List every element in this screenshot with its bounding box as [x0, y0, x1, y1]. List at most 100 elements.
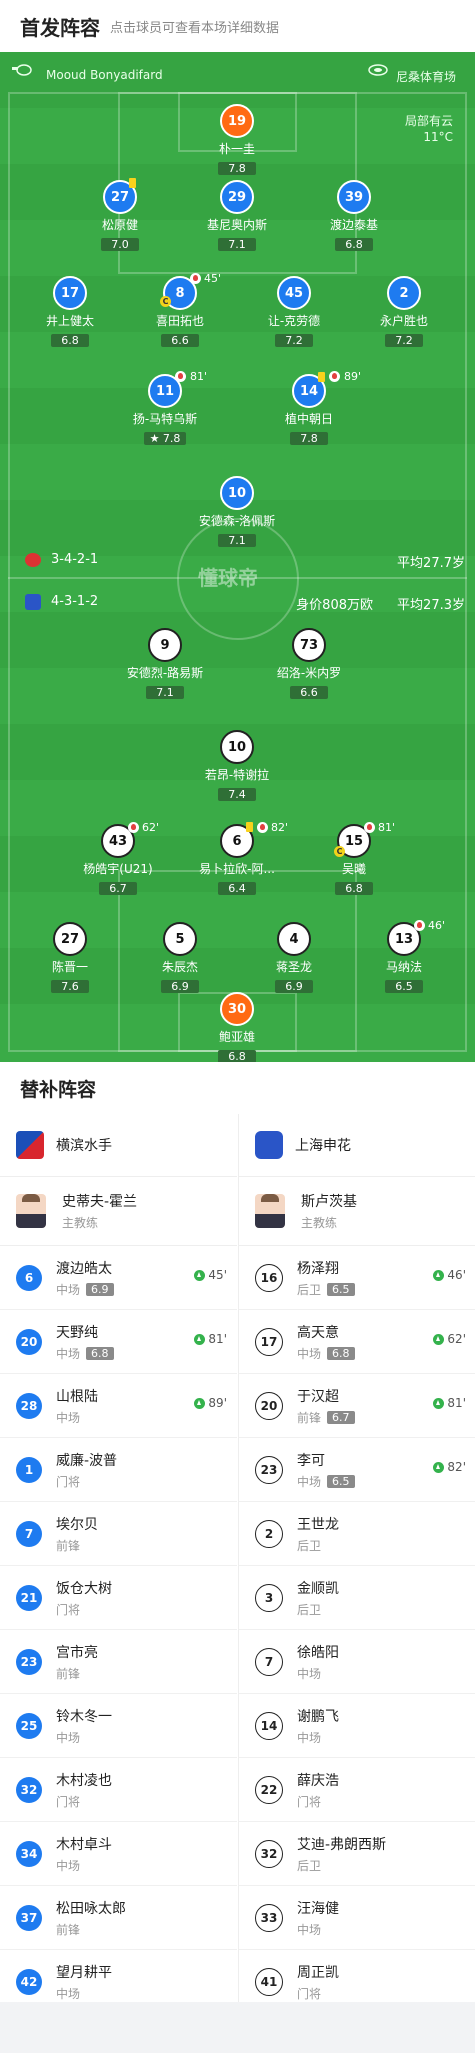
player-name: 朴一圭: [218, 142, 255, 156]
sub-name: 杨泽翔: [297, 1260, 339, 1277]
sub-position: 中场: [297, 1730, 322, 1745]
sub-in-minute: 46': [433, 1268, 466, 1282]
sub-player-row[interactable]: 32 艾迪-弗朗西斯 后卫: [239, 1822, 475, 1886]
sub-number: 16: [255, 1263, 283, 1292]
sub-player-row[interactable]: 28 山根陆 中场 89': [0, 1374, 237, 1438]
away-player-27[interactable]: 27 陈晋一 7.6: [15, 922, 125, 994]
player-rating: 7.4: [218, 788, 256, 801]
sub-position: 门将: [56, 1602, 81, 1617]
player-rating: 7.1: [146, 686, 184, 699]
sub-position: 门将: [297, 1986, 322, 2001]
sub-in-icon: [194, 1333, 206, 1345]
sub-player-row[interactable]: 7 埃尔贝 前锋: [0, 1502, 237, 1566]
away-sub-list: 16 杨泽翔 后卫 6.5 46' 17 高天意 中场 6.8 62' 20 于汉超 前锋 6.7 81' 2…: [239, 1246, 475, 2014]
home-sub-list: 6 渡边皓太 中场 6.9 45' 20 天野纯 中场 6.8 81' 28 山根陆 中场 89' 1 威廉-…: [0, 1246, 237, 2014]
sub-number: 23: [16, 1648, 42, 1675]
away-player-30[interactable]: 30 鲍亚雄 6.8: [182, 992, 292, 1062]
sub-player-row[interactable]: 25 铃木冬一 中场: [0, 1694, 237, 1758]
player-name: 让-克劳德: [267, 314, 321, 328]
home-player-29[interactable]: 29 基尼奥内斯 7.1: [182, 180, 292, 252]
home-player-45[interactable]: 45 让-克劳德 7.2: [239, 276, 349, 348]
sub-position: 前锋: [56, 1922, 81, 1937]
home-coach[interactable]: 史蒂夫-霍兰 主教练: [0, 1177, 237, 1246]
sub-name: 埃尔贝: [56, 1516, 98, 1533]
player-number: 27: [53, 922, 87, 956]
pitch: Mooud Bonyadifard 尼桑体育场 局部有云 11°C 懂球帝 3-…: [0, 52, 475, 1062]
home-player-39[interactable]: 39 渡边泰基 6.8: [299, 180, 409, 252]
sub-position: 中场: [56, 1346, 81, 1361]
home-player-2[interactable]: 2 永户胜也 7.2: [349, 276, 459, 348]
player-name: 渡边泰基: [329, 218, 378, 232]
away-player-6[interactable]: 6 易卜拉欣-阿... 6.4: [182, 824, 292, 896]
sub-position: 后卫: [297, 1602, 322, 1617]
away-team-header[interactable]: 上海申花: [239, 1114, 475, 1177]
sub-minute: 81': [378, 821, 396, 834]
sub-player-row[interactable]: 20 天野纯 中场 6.8 81': [0, 1310, 237, 1374]
sub-player-row[interactable]: 17 高天意 中场 6.8 62': [239, 1310, 475, 1374]
sub-number: 7: [16, 1520, 42, 1547]
sub-player-row[interactable]: 32 木村凌也 门将: [0, 1758, 237, 1822]
watermark-logo: 懂球帝: [198, 566, 258, 590]
sub-player-row[interactable]: 2 王世龙 后卫: [239, 1502, 475, 1566]
player-rating: 7.1: [218, 238, 256, 251]
sub-player-row[interactable]: 20 于汉超 前锋 6.7 81': [239, 1374, 475, 1438]
away-player-13[interactable]: 13 马纳法 6.5: [349, 922, 459, 994]
player-number: 5: [163, 922, 197, 956]
sub-number: 14: [255, 1711, 283, 1740]
subs-header: 替补阵容: [0, 1062, 475, 1115]
sub-player-row[interactable]: 37 松田咏太郎 前锋: [0, 1886, 237, 1950]
home-player-27[interactable]: 27 松原健 7.0: [65, 180, 175, 252]
sub-player-row[interactable]: 21 饭仓大树 门将: [0, 1566, 237, 1630]
subs-title: 替补阵容: [20, 1078, 97, 1101]
home-player-19[interactable]: 19 朴一圭 7.8: [182, 104, 292, 176]
player-name: 井上健太: [45, 314, 94, 328]
sub-player-row[interactable]: 6 渡边皓太 中场 6.9 45': [0, 1246, 237, 1310]
away-player-43[interactable]: 43 杨皓宇(U21) 6.7: [63, 824, 173, 896]
yellow-card-icon: [318, 372, 325, 382]
home-team-header[interactable]: 横滨水手: [0, 1114, 237, 1177]
sub-name: 王世龙: [297, 1516, 339, 1533]
sub-number: 7: [255, 1647, 283, 1676]
player-number: 10: [220, 730, 254, 764]
home-player-14[interactable]: 14 植中朝日 7.8: [254, 374, 364, 446]
away-player-15[interactable]: 15 吴曦 6.8: [299, 824, 409, 896]
home-player-11[interactable]: 11 扬-马特乌斯 ★ 7.8: [110, 374, 220, 446]
sub-rating: 6.8: [86, 1346, 114, 1360]
sub-rating: 6.9: [86, 1282, 114, 1296]
player-rating: 6.8: [51, 334, 89, 347]
away-player-5[interactable]: 5 朱辰杰 6.9: [125, 922, 235, 994]
sub-position: 中场: [297, 1666, 322, 1681]
sub-number: 2: [255, 1519, 283, 1548]
home-player-8[interactable]: 8 喜田拓也 6.6: [125, 276, 235, 348]
sub-name: 铃木冬一: [56, 1708, 112, 1725]
whistle-icon: [12, 64, 32, 79]
player-name: 安德烈-路易斯: [126, 666, 204, 680]
sub-rating: 6.5: [327, 1282, 355, 1296]
player-name: 植中朝日: [284, 412, 333, 426]
sub-in-icon: [433, 1461, 445, 1473]
away-player-73[interactable]: 73 绍洛-米内罗 6.6: [254, 628, 364, 700]
away-coach[interactable]: 斯卢茨基 主教练: [239, 1177, 475, 1246]
sub-rating: 6.8: [327, 1346, 355, 1360]
away-player-4[interactable]: 4 蒋圣龙 6.9: [239, 922, 349, 994]
sub-player-row[interactable]: 1 威廉-波普 门将: [0, 1438, 237, 1502]
home-player-17[interactable]: 17 井上健太 6.8: [15, 276, 125, 348]
player-name: 扬-马特乌斯: [132, 412, 198, 426]
captain-icon: C: [160, 296, 171, 307]
player-rating: 6.7: [99, 882, 137, 895]
away-player-10[interactable]: 10 若昂-特谢拉 7.4: [182, 730, 292, 802]
sub-player-row[interactable]: 3 金顺凯 后卫: [239, 1566, 475, 1630]
sub-player-row[interactable]: 7 徐皓阳 中场: [239, 1630, 475, 1694]
sub-player-row[interactable]: 33 汪海健 中场: [239, 1886, 475, 1950]
sub-name: 艾迪-弗朗西斯: [297, 1836, 387, 1853]
sub-player-row[interactable]: 22 薛庆浩 门将: [239, 1758, 475, 1822]
player-name: 若昂-特谢拉: [204, 768, 270, 782]
away-player-9[interactable]: 9 安德烈-路易斯 7.1: [110, 628, 220, 700]
stadium-name: 尼桑体育场: [396, 70, 457, 84]
sub-player-row[interactable]: 14 谢鹏飞 中场: [239, 1694, 475, 1758]
home-player-10[interactable]: 10 安德森-洛佩斯 7.1: [182, 476, 292, 548]
sub-player-row[interactable]: 34 木村卓斗 中场: [0, 1822, 237, 1886]
sub-player-row[interactable]: 23 宫市亮 前锋: [0, 1630, 237, 1694]
sub-player-row[interactable]: 16 杨泽翔 后卫 6.5 46': [239, 1246, 475, 1310]
sub-player-row[interactable]: 23 李可 中场 6.5 82': [239, 1438, 475, 1502]
